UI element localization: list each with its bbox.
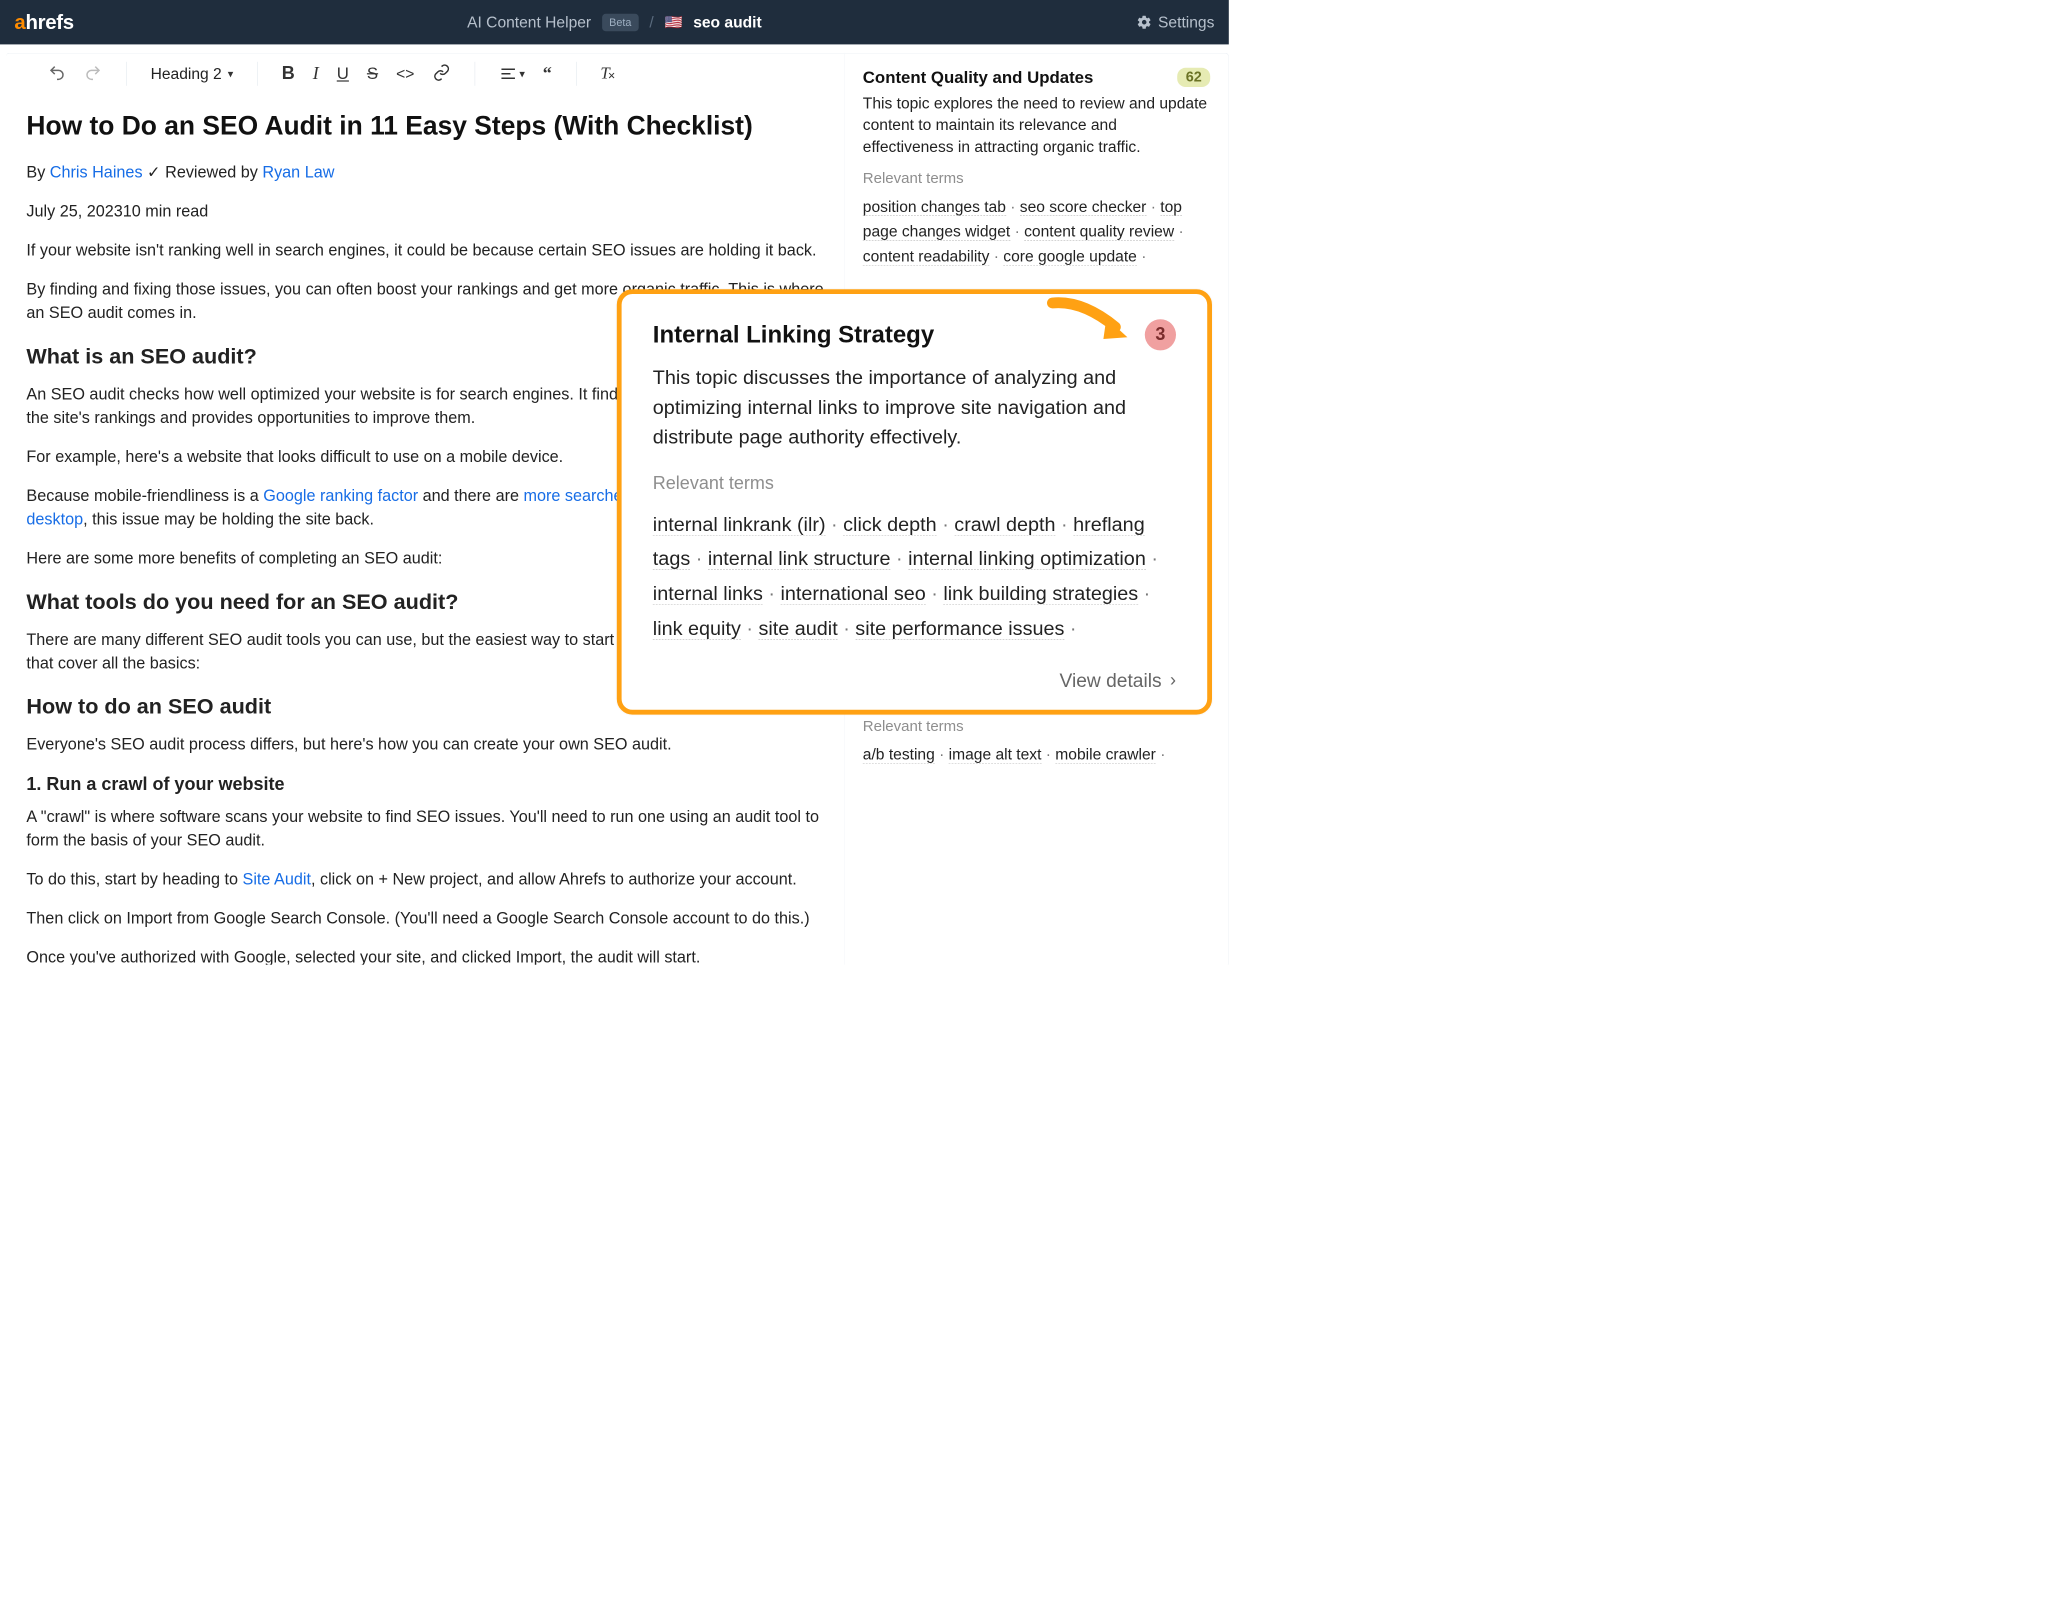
heading-step1: 1. Run a crawl of your website — [26, 772, 823, 798]
author-link[interactable]: Chris Haines — [50, 163, 143, 181]
score-badge: 3 — [1145, 319, 1176, 350]
keyword-crumb[interactable]: seo audit — [693, 13, 761, 32]
publish-meta: July 25, 202310 min read — [26, 200, 823, 223]
view-details-button[interactable]: View details › — [653, 669, 1176, 691]
terms-list: internal linkrank (ilr) · click depth · … — [653, 507, 1176, 646]
gear-icon — [1136, 14, 1152, 30]
breadcrumb-separator: / — [649, 13, 653, 32]
annotation-arrow-icon — [1046, 294, 1136, 348]
link-site-audit[interactable]: Site Audit — [243, 870, 311, 888]
card-description: This topic explores the need to review a… — [863, 93, 1210, 158]
card-content-quality[interactable]: Content Quality and Updates 62 This topi… — [863, 68, 1210, 269]
italic-button[interactable]: I — [313, 64, 319, 84]
card-title: Internal Linking Strategy — [653, 321, 934, 348]
terms-list: position changes tab · seo score checker… — [863, 194, 1210, 269]
strikethrough-button[interactable]: S — [367, 64, 378, 83]
code-button[interactable]: <> — [396, 65, 414, 84]
card-title: Content Quality and Updates — [863, 68, 1094, 87]
breadcrumb: AI Content Helper Beta / 🇺🇸 seo audit — [467, 13, 762, 32]
logo[interactable]: ahrefs — [14, 11, 73, 34]
card-internal-linking-highlight[interactable]: Internal Linking Strategy 3 This topic d… — [617, 289, 1212, 714]
byline: By Chris Haines ✓ Reviewed by Ryan Law — [26, 161, 823, 184]
link-google-ranking[interactable]: Google ranking factor — [263, 487, 418, 505]
editor-toolbar: Heading 2 ▾ B I U S <> ▾ “ T✕ — [6, 53, 844, 94]
relevant-terms-label: Relevant terms — [863, 170, 1210, 187]
settings-label: Settings — [1158, 13, 1214, 32]
bold-button[interactable]: B — [282, 64, 295, 84]
redo-button[interactable] — [84, 63, 102, 84]
page-title: How to Do an SEO Audit in 11 Easy Steps … — [26, 107, 823, 145]
chevron-down-icon: ▾ — [228, 68, 233, 81]
relevant-terms-label: Relevant terms — [863, 718, 1210, 735]
card-description: This topic discusses the importance of a… — [653, 362, 1176, 451]
underline-button[interactable]: U — [337, 64, 349, 83]
flag-icon: 🇺🇸 — [664, 14, 682, 31]
link-button[interactable] — [432, 63, 450, 84]
align-button[interactable]: ▾ — [499, 65, 525, 83]
app-name: AI Content Helper — [467, 13, 591, 32]
terms-list: a/b testing · image alt text · mobile cr… — [863, 742, 1210, 767]
chevron-right-icon: › — [1170, 670, 1176, 690]
heading-select[interactable]: Heading 2 ▾ — [151, 65, 234, 84]
reviewer-link[interactable]: Ryan Law — [262, 163, 334, 181]
clear-format-button[interactable]: T✕ — [600, 64, 609, 83]
undo-button[interactable] — [48, 63, 66, 84]
relevant-terms-label: Relevant terms — [653, 473, 1176, 493]
score-badge: 62 — [1177, 68, 1210, 87]
topbar: ahrefs AI Content Helper Beta / 🇺🇸 seo a… — [0, 0, 1229, 44]
quote-button[interactable]: “ — [543, 64, 552, 84]
settings-button[interactable]: Settings — [1136, 13, 1214, 32]
beta-badge: Beta — [602, 14, 639, 31]
